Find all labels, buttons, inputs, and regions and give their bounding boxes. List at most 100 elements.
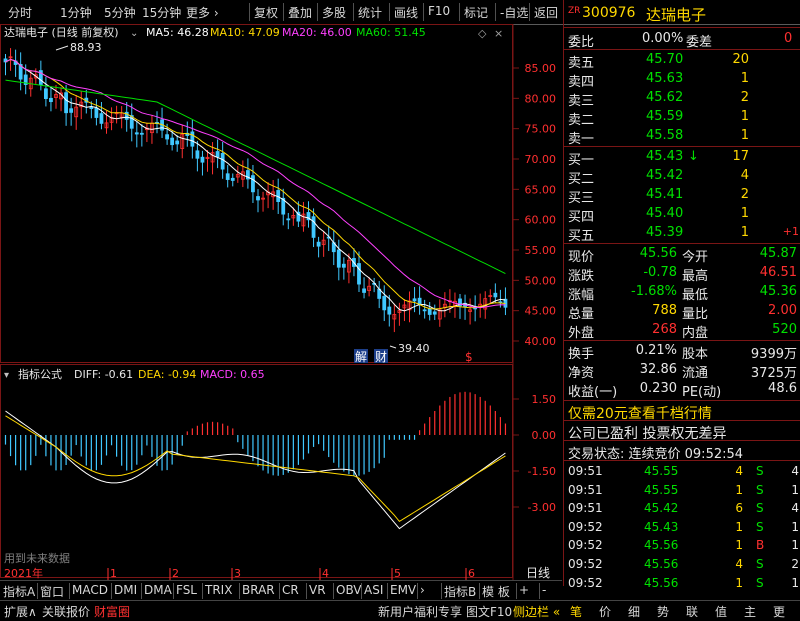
tick-count: 1 — [791, 482, 799, 497]
tick-volume: 1 — [735, 575, 743, 590]
ask-volume: 20 — [732, 52, 749, 67]
toolbar-btn-7[interactable]: -自选 — [500, 4, 528, 21]
indicator-tab-8[interactable]: CR — [282, 583, 299, 597]
indicator-tab-5[interactable]: FSL — [176, 583, 197, 597]
candle-body — [311, 216, 316, 238]
toolbar-btn-4[interactable]: 画线 — [394, 4, 418, 21]
toolbar-btn-8[interactable]: 返回 — [534, 4, 558, 21]
toolbar-btn-0[interactable]: 复权 — [254, 4, 278, 21]
toolbar-btn-6[interactable]: 标记 — [464, 4, 488, 21]
status-mid-1[interactable]: 图文F10 — [466, 603, 512, 620]
ask-row[interactable]: 卖五 45.70 20 — [564, 50, 800, 71]
indicator-tab-13[interactable]: › — [420, 583, 425, 597]
price-tick-label: 65.00 — [525, 183, 557, 196]
bid-row[interactable]: 买一 45.43 ↓ 17 — [564, 147, 800, 168]
bid-row[interactable]: 买三 45.41 2 — [564, 185, 800, 206]
toolbar-btn-3[interactable]: 统计 — [358, 4, 382, 21]
ask-row[interactable]: 卖四 45.63 1 — [564, 69, 800, 90]
fundamental-row: 收益(一) 0.230 PE(动) 48.6 — [564, 379, 800, 400]
month-label: 1 — [110, 567, 117, 580]
indicator-tab-10[interactable]: OBV — [336, 583, 362, 597]
indicator-tab-11[interactable]: ASI — [364, 583, 383, 597]
toolbar-period-2[interactable]: 5分钟 — [104, 4, 136, 21]
toolbar-period-0[interactable]: 分时 — [8, 4, 32, 21]
indicator-tab-14[interactable]: 指标B — [444, 583, 476, 600]
indicator-tab-12[interactable]: EMV — [390, 583, 416, 597]
toolbar-period-3[interactable]: 15分钟 — [142, 4, 181, 21]
high-marker-line — [55, 45, 69, 51]
side-tab-7[interactable]: 更 — [773, 603, 785, 620]
close-icon[interactable]: × — [494, 27, 503, 40]
price-tick-label: 50.00 — [525, 274, 557, 287]
candle-body — [94, 107, 99, 118]
side-tab-3[interactable]: 势 — [657, 603, 669, 620]
indicator-tab-7[interactable]: BRAR — [242, 583, 275, 597]
side-tab-0[interactable]: 笔 — [570, 603, 582, 620]
indicator-tab-3[interactable]: DMI — [114, 583, 137, 597]
candle-body — [382, 296, 387, 311]
stat-value: -0.78 — [643, 265, 677, 280]
status-left-1[interactable]: 关联报价 — [42, 603, 90, 620]
stat-row: 涨跌 -0.78 最高 46.51 — [564, 263, 800, 284]
indicator-tab-16[interactable]: + — [519, 583, 529, 597]
candle-body — [165, 134, 170, 140]
toolbar-btn-5[interactable]: F10 — [428, 4, 450, 18]
ask-volume: 2 — [740, 90, 749, 105]
side-tab-5[interactable]: 值 — [715, 603, 727, 620]
tick-row: 09:51 45.55 1 S 1 — [564, 481, 800, 501]
bid-row[interactable]: 买五 45.39 1 +1 — [564, 223, 800, 244]
chevron-down-icon[interactable]: ⌄ — [130, 28, 138, 39]
chevron-down-icon[interactable]: ▾ — [4, 370, 9, 381]
dollar-icon[interactable]: $ — [465, 350, 473, 364]
indicator-tab-4[interactable]: DMA — [144, 583, 172, 597]
status-mid-0[interactable]: 新用户福利专享 — [378, 603, 462, 620]
indicator-tab-0[interactable]: 指标A — [3, 583, 35, 600]
bid-price: 45.41 — [646, 187, 684, 202]
diamond-icon[interactable]: ◇ — [478, 27, 487, 40]
month-label: 3 — [234, 567, 241, 580]
indicator-tab-17[interactable]: - — [542, 583, 546, 597]
ask-row[interactable]: 卖二 45.59 1 — [564, 107, 800, 128]
ask-row[interactable]: 卖一 45.58 1 — [564, 126, 800, 147]
low-marker: 39.40 — [398, 342, 430, 355]
tick-row: 09:51 45.42 6 S 4 — [564, 499, 800, 519]
toolbar-separator — [529, 3, 530, 21]
side-tab-2[interactable]: 细 — [628, 603, 640, 620]
toolbar-btn-1[interactable]: 叠加 — [288, 4, 312, 21]
indicator-tabs: 指标A 窗口 MACD DMI DMA FSL TRIX BRAR CR VR OBV ASI EMV ›… — [0, 580, 562, 601]
side-tab-4[interactable]: 联 — [686, 603, 698, 620]
kline-chart[interactable]: 85.0080.0075.0070.0065.0060.0055.0050.00… — [0, 24, 562, 586]
indicator-tab-15[interactable]: 模 板 — [482, 583, 510, 600]
diff-legend: DIFF: -0.61 — [74, 368, 133, 381]
bid-row[interactable]: 买四 45.40 1 — [564, 204, 800, 225]
candle-body — [336, 249, 341, 268]
side-tab-6[interactable]: 主 — [744, 603, 756, 620]
bid-price: 45.39 — [646, 225, 684, 240]
bid-volume: 1 — [740, 225, 749, 240]
status-left-2[interactable]: 财富圈 — [94, 603, 130, 620]
candle-body — [170, 137, 175, 146]
indicator-tab-9[interactable]: VR — [309, 583, 326, 597]
tab-separator — [333, 583, 334, 599]
fundamental-value: 0.21% — [635, 343, 677, 358]
candle-body — [362, 288, 366, 293]
status-left-0[interactable]: 扩展∧ — [4, 603, 37, 620]
ask-row[interactable]: 卖三 45.62 2 — [564, 88, 800, 109]
bid-row[interactable]: 买二 45.42 4 — [564, 166, 800, 187]
tick-side: S — [756, 519, 764, 534]
side-tab-1[interactable]: 价 — [599, 603, 611, 620]
indicator-tab-1[interactable]: 窗口 — [40, 583, 64, 600]
tick-time: 09:52 — [568, 538, 603, 553]
tick-row: 09:51 45.55 4 S 4 — [564, 462, 800, 482]
toolbar-btn-2[interactable]: 多股 — [322, 4, 346, 21]
toolbar-period-1[interactable]: 1分钟 — [60, 4, 92, 21]
promo-row[interactable]: 仅需20元查看千档行情 — [564, 401, 800, 422]
indicator-tab-6[interactable]: TRIX — [205, 583, 232, 597]
indicator-tab-2[interactable]: MACD — [72, 583, 108, 597]
bid-volume: 4 — [740, 168, 749, 183]
toolbar-period-4[interactable]: 更多 › — [186, 4, 219, 21]
bid-price: 45.42 — [646, 168, 684, 183]
month-label: 6 — [468, 567, 475, 580]
status-mid-2[interactable]: 侧边栏 « — [513, 603, 560, 620]
period-label[interactable]: 日线 — [526, 566, 550, 580]
